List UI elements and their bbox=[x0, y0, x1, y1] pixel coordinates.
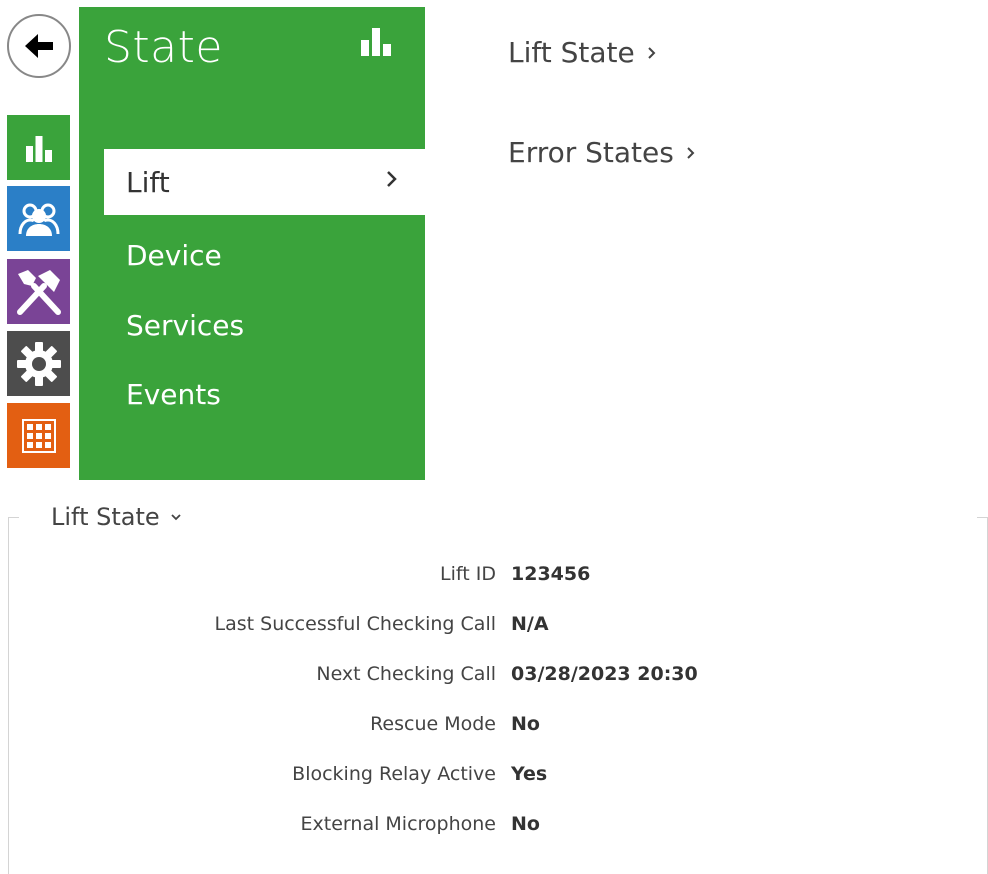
error-states-link-label: Error States bbox=[508, 136, 674, 169]
chevron-right-icon bbox=[387, 171, 397, 187]
info-row-external-microphone: External Microphone No bbox=[0, 813, 988, 843]
info-value: Yes bbox=[511, 763, 548, 785]
info-value: N/A bbox=[511, 613, 549, 635]
chevron-right-icon bbox=[687, 146, 695, 159]
lift-state-section-header[interactable]: Lift State bbox=[51, 503, 186, 531]
chevron-right-icon bbox=[648, 46, 656, 59]
info-label: Next Checking Call bbox=[316, 663, 496, 685]
menu-item-events[interactable]: Events bbox=[104, 361, 425, 427]
info-label: Lift ID bbox=[440, 563, 496, 585]
rail-item-directory[interactable] bbox=[7, 186, 70, 251]
tools-icon bbox=[16, 269, 61, 315]
info-label: Last Successful Checking Call bbox=[214, 613, 496, 635]
info-row-next-checking-call: Next Checking Call 03/28/2023 20:30 bbox=[0, 663, 988, 693]
users-icon bbox=[18, 203, 59, 236]
back-button[interactable] bbox=[7, 14, 71, 78]
info-value: 123456 bbox=[511, 563, 591, 585]
info-value: No bbox=[511, 713, 540, 735]
menu-item-label: Events bbox=[126, 377, 221, 411]
error-states-link[interactable]: Error States bbox=[508, 136, 696, 169]
menu-item-label: Device bbox=[126, 238, 222, 272]
rail-item-hardware[interactable] bbox=[7, 259, 70, 324]
info-row-rescue-mode: Rescue Mode No bbox=[0, 713, 988, 743]
gear-icon bbox=[16, 341, 61, 386]
chevron-down-icon bbox=[171, 514, 181, 521]
rail-item-settings[interactable] bbox=[7, 331, 70, 396]
info-label: External Microphone bbox=[300, 813, 496, 835]
info-value: No bbox=[511, 813, 540, 835]
rail-item-state[interactable] bbox=[7, 115, 70, 180]
info-label: Rescue Mode bbox=[370, 713, 496, 735]
menu-item-lift[interactable]: Lift bbox=[104, 149, 425, 215]
info-row-last-checking-call: Last Successful Checking Call N/A bbox=[0, 613, 988, 643]
info-value: 03/28/2023 20:30 bbox=[511, 663, 698, 685]
info-row-blocking-relay: Blocking Relay Active Yes bbox=[0, 763, 988, 793]
info-row-lift-id: Lift ID 123456 bbox=[0, 563, 988, 593]
arrow-left-icon bbox=[25, 34, 53, 58]
section-title: Lift State bbox=[51, 503, 160, 531]
keypad-icon bbox=[21, 418, 56, 453]
bar-chart-icon bbox=[25, 135, 52, 162]
menu-item-label: Services bbox=[126, 308, 245, 342]
info-label: Blocking Relay Active bbox=[292, 763, 496, 785]
menu-item-label: Lift bbox=[126, 165, 170, 199]
state-menu-panel: State Lift Device Services Events bbox=[79, 7, 425, 480]
menu-item-services[interactable]: Services bbox=[104, 292, 425, 358]
lift-state-link-label: Lift State bbox=[508, 36, 635, 69]
menu-title: State bbox=[104, 22, 223, 73]
menu-item-device[interactable]: Device bbox=[104, 222, 425, 288]
rail-item-apps[interactable] bbox=[7, 403, 70, 468]
bar-chart-icon bbox=[361, 28, 391, 56]
lift-state-link[interactable]: Lift State bbox=[508, 36, 657, 69]
